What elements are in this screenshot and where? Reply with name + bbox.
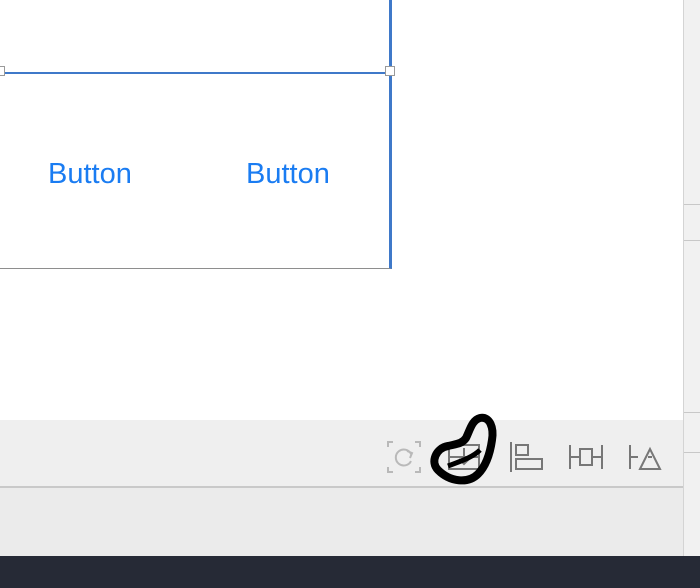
- edge-divider: [684, 412, 700, 413]
- resolve-issues-button[interactable]: [626, 437, 666, 477]
- resolve-issues-icon: [629, 445, 662, 470]
- debug-bar: [0, 488, 683, 556]
- embed-stack-icon: [448, 444, 480, 470]
- view-controller-frame[interactable]: [0, 0, 392, 269]
- add-constraints-button[interactable]: [566, 437, 606, 477]
- selection-guide: [0, 72, 390, 74]
- edge-divider: [684, 204, 700, 205]
- canvas-button-1[interactable]: Button: [48, 154, 132, 194]
- interface-builder-canvas: Button Button: [0, 0, 683, 420]
- align-icon: [510, 442, 543, 472]
- edge-divider: [684, 452, 700, 453]
- canvas-button-2[interactable]: Button: [246, 154, 330, 194]
- align-button[interactable]: [506, 437, 546, 477]
- pin-constraints-icon: [569, 445, 603, 469]
- dark-bottom-bar: [0, 556, 700, 588]
- resize-handle-left[interactable]: [0, 66, 5, 76]
- inspector-edge: [683, 0, 700, 588]
- update-frames-button[interactable]: [384, 437, 424, 477]
- canvas-toolbar: [0, 420, 683, 488]
- edge-divider: [684, 240, 700, 241]
- embed-in-stack-button[interactable]: [444, 437, 484, 477]
- refresh-frame-icon: [387, 441, 421, 473]
- resize-handle-right[interactable]: [385, 66, 395, 76]
